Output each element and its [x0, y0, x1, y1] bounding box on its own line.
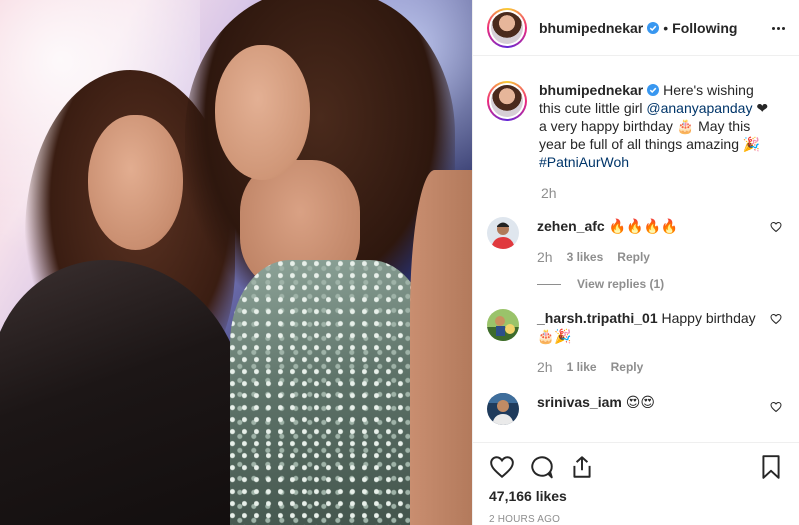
post-side-panel: bhumipednekar • Following bhumipednekar … — [472, 0, 799, 525]
following-button[interactable]: Following — [672, 20, 737, 36]
comment-likes[interactable]: 3 likes — [567, 250, 604, 264]
likes-count[interactable]: 47,166 likes — [489, 488, 784, 504]
comment-item: zehen_afc 🔥🔥🔥🔥 2h 3 likes Reply View rep… — [487, 217, 784, 291]
more-options-icon[interactable] — [770, 20, 786, 36]
photo-person-right-dress — [230, 260, 430, 525]
comment-username[interactable]: zehen_afc — [537, 218, 605, 234]
share-icon[interactable] — [569, 454, 595, 480]
view-replies-button[interactable]: View replies (1) — [537, 277, 757, 291]
post-caption: bhumipednekar Here's wishing this cute l… — [487, 81, 784, 171]
author-avatar[interactable] — [487, 7, 527, 48]
caption-username[interactable]: bhumipednekar — [539, 82, 643, 98]
comment-likes[interactable]: 1 like — [567, 360, 597, 374]
comments-list[interactable]: bhumipednekar Here's wishing this cute l… — [473, 57, 799, 442]
comment-username[interactable]: srinivas_iam — [537, 394, 622, 410]
comment-username[interactable]: _harsh.tripathi_01 — [537, 310, 658, 326]
comment-avatar[interactable] — [487, 393, 519, 425]
comment-avatar[interactable] — [487, 217, 519, 249]
verified-icon — [647, 84, 660, 96]
heart-icon[interactable] — [489, 454, 515, 480]
caption-avatar[interactable] — [487, 81, 527, 121]
comment-text: 😍😍 — [621, 394, 655, 410]
photo-person-right-arm — [410, 170, 472, 525]
header-separator: • — [663, 19, 669, 36]
comment-item: _harsh.tripathi_01 Happy birthday 🎂🎉 2h … — [487, 309, 784, 375]
reply-button[interactable]: Reply — [617, 250, 650, 264]
caption-text: bhumipednekar Here's wishing this cute l… — [539, 81, 779, 171]
comment-icon[interactable] — [529, 454, 555, 480]
replies-divider — [537, 283, 561, 285]
post-timestamp[interactable]: 2 HOURS AGO — [489, 514, 784, 525]
post-photo[interactable] — [0, 0, 472, 525]
comment-like-heart-icon[interactable] — [770, 401, 782, 413]
view-replies-label: View replies (1) — [577, 277, 665, 291]
comment-text: 🔥🔥🔥🔥 — [604, 218, 679, 234]
photo-person-right-face — [215, 45, 310, 180]
comment-time[interactable]: 2h — [537, 249, 553, 265]
comment-avatar[interactable] — [487, 309, 519, 341]
post-header: bhumipednekar • Following — [473, 0, 799, 56]
action-bar — [489, 443, 784, 491]
verified-icon — [647, 21, 660, 34]
comment-item: srinivas_iam 😍😍 — [487, 393, 784, 425]
comment-like-heart-icon[interactable] — [770, 221, 782, 233]
caption-hashtag-link[interactable]: #PatniAurWoh — [539, 154, 629, 170]
author-username[interactable]: bhumipednekar — [539, 20, 643, 36]
comment-like-heart-icon[interactable] — [770, 313, 782, 325]
comment-time[interactable]: 2h — [537, 359, 553, 375]
caption-mention-link[interactable]: @ananyapanday — [646, 100, 752, 116]
bookmark-icon[interactable] — [758, 454, 784, 480]
photo-person-left-face — [88, 115, 183, 250]
reply-button[interactable]: Reply — [611, 360, 644, 374]
post-actions: 47,166 likes 2 HOURS AGO — [473, 442, 799, 525]
caption-timestamp[interactable]: 2h — [541, 185, 784, 201]
